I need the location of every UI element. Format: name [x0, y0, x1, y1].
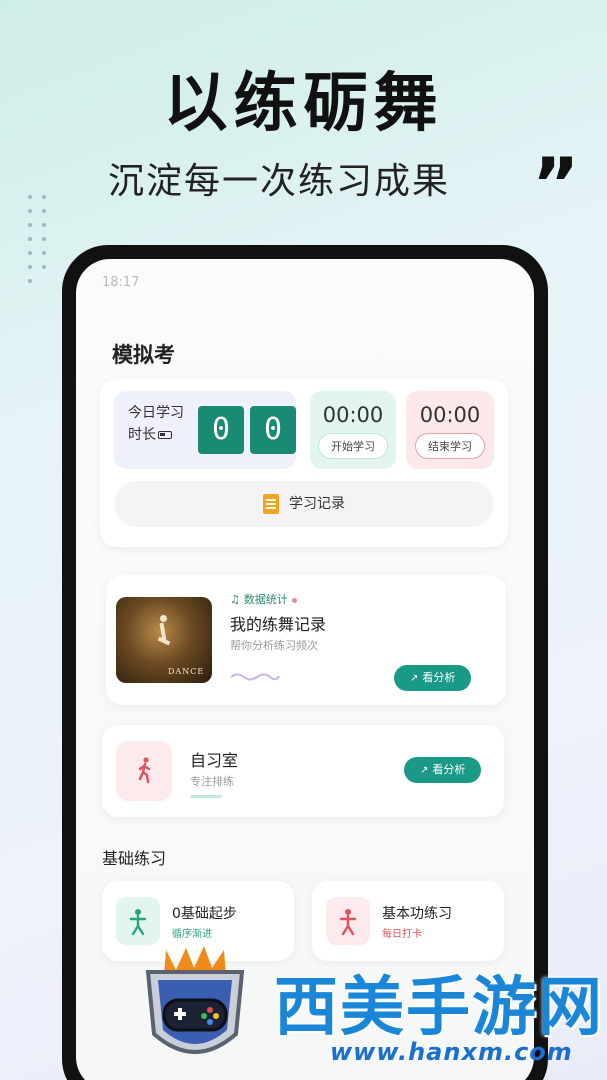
- study-room-icon-box: [116, 741, 172, 801]
- dance-thumbnail: DANCE: [116, 597, 212, 683]
- red-dot-icon: [291, 597, 297, 603]
- runner-icon: [138, 757, 151, 784]
- watermark-url: www.hanxm.com: [330, 1038, 573, 1066]
- study-record-button[interactable]: 学习记录: [114, 481, 494, 527]
- status-bar: 18:17: [102, 275, 508, 290]
- basic-item-title: 基本功练习: [382, 906, 452, 922]
- timer-digit: 0: [198, 406, 244, 454]
- trend-icon: ↗: [410, 673, 419, 684]
- study-record-label: 学习记录: [289, 496, 345, 512]
- start-study-box: 00:00 开始学习: [310, 391, 396, 469]
- gamepad-shield-logo-icon: [145, 946, 245, 1054]
- today-study-label: 今日学习时长: [128, 405, 184, 443]
- study-room-card[interactable]: 自习室 专注排练 ↗ 看分析: [102, 725, 504, 817]
- wave-decoration-icon: [230, 673, 280, 681]
- data-stats-tag: ♫ 数据统计: [230, 591, 297, 607]
- dance-record-subtitle: 帮你分析练习频次: [230, 639, 318, 652]
- title-underline: [190, 795, 222, 798]
- headline: 以练砺舞: [163, 67, 444, 141]
- status-time: 18:17: [102, 275, 140, 290]
- study-room-title: 自习室: [190, 751, 239, 770]
- document-icon: [263, 494, 279, 514]
- basic-item-title: 0基础起步: [172, 906, 237, 922]
- dance-record-card[interactable]: DANCE ♫ 数据统计 我的练舞记录 帮你分析练习频次 ↗ 看分析: [106, 575, 506, 705]
- start-study-button[interactable]: 开始学习: [318, 433, 388, 459]
- music-note-icon: ♫: [230, 593, 240, 606]
- dancer-icon: [156, 615, 171, 657]
- quote-mark-icon: ”: [532, 142, 580, 226]
- end-study-button[interactable]: 结束学习: [415, 433, 485, 459]
- study-analyze-button[interactable]: ↗ 看分析: [404, 757, 482, 783]
- watermark-brand: 西美手游网: [274, 971, 604, 1045]
- dance-thumb-text: DANCE: [168, 667, 205, 676]
- site-watermark: 西美手游网 www.hanxm.com: [130, 938, 607, 1080]
- study-room-subtitle: 专注排练: [190, 775, 234, 788]
- today-study-box: 今日学习时长 0 0: [114, 391, 296, 469]
- subline: 沉淀每一次练习成果: [108, 161, 451, 202]
- end-time: 00:00: [419, 403, 481, 427]
- decorative-dots: [28, 195, 52, 295]
- dance-analyze-button[interactable]: ↗ 看分析: [394, 665, 472, 691]
- basic-practice-heading: 基础练习: [102, 849, 167, 868]
- battery-icon: [158, 431, 172, 439]
- start-time: 00:00: [322, 403, 384, 427]
- dance-record-title: 我的练舞记录: [230, 615, 327, 634]
- end-study-box: 00:00 结束学习: [406, 391, 494, 469]
- study-timer-card: 今日学习时长 0 0 00:00 开始学习 00:00 结束学习 学习记录: [100, 379, 508, 547]
- page-title: 模拟考: [112, 343, 175, 367]
- timer-digit: 0: [250, 406, 296, 454]
- trend-icon: ↗: [420, 765, 429, 776]
